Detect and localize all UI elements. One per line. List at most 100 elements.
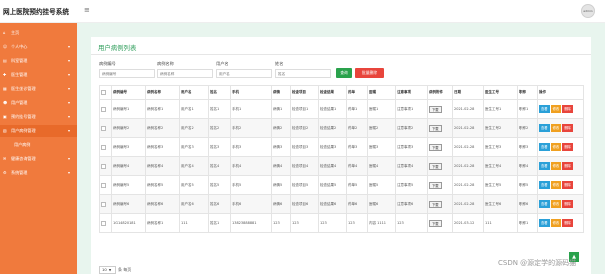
search-button[interactable]: 查询 <box>336 68 352 78</box>
sidebar-item-label: 用户病例管理 <box>11 128 36 133</box>
sidebar-item-10[interactable]: ⚙ 系统管理 ▾ <box>0 167 77 179</box>
view-button[interactable]: 查看 <box>539 105 550 113</box>
edit-button[interactable]: 修改 <box>550 219 562 227</box>
batch-delete-button[interactable]: 批量删除 <box>355 68 384 78</box>
avatar[interactable]: admin <box>581 4 595 18</box>
table-cell: 用户名1 <box>179 99 209 119</box>
sidebar-item-8[interactable]: 用户病例 <box>0 139 77 151</box>
row-checkbox[interactable] <box>101 163 106 169</box>
select-all-checkbox[interactable] <box>101 90 106 95</box>
sidebar-item-9[interactable]: ✉ 健康咨询管理 ▾ <box>0 153 77 165</box>
delete-button[interactable]: 删除 <box>562 181 573 189</box>
row-checkbox[interactable] <box>101 125 106 131</box>
sidebar-item-0[interactable]: ⌂ 主页 <box>0 27 77 39</box>
edit-button[interactable]: 修改 <box>550 143 562 151</box>
case-no-input[interactable] <box>99 69 155 78</box>
table-cell: 2021-02-28 <box>452 137 484 157</box>
select-all-cell <box>99 85 112 100</box>
sidebar-item-7[interactable]: ▧ 用户病例管理 ▾ <box>0 125 77 137</box>
sidebar-item-label: 个人中心 <box>11 44 28 49</box>
table-cell: 检查项目1 <box>290 99 319 119</box>
table-cell: 手机6 <box>230 194 272 214</box>
table-cell: 检查项目2 <box>290 118 319 138</box>
column-header: 医嘱 <box>367 85 396 100</box>
table-cell: 手机2 <box>230 118 272 138</box>
row-checkbox[interactable] <box>101 201 106 207</box>
table-cell: 1G14820181 <box>111 213 146 233</box>
edit-button[interactable]: 修改 <box>550 181 562 189</box>
delete-button[interactable]: 删除 <box>562 124 573 132</box>
case-name-input[interactable] <box>157 69 213 78</box>
name-input[interactable] <box>275 69 331 78</box>
table-cell: 检查项目3 <box>290 137 319 157</box>
sidebar-item-label: 用户病例 <box>14 142 31 147</box>
column-header: 病情 <box>271 85 291 100</box>
view-button[interactable]: 查看 <box>539 181 550 189</box>
sidebar: ⌂ 主页 ☺ 个人中心 ▾ ▤ 科室管理 ▾ ✚ 医生管理 ▾ ▦ 医生坐诊管理 ▾ ☻ 用户管理 ▾ ▣ 预约挂号… <box>0 23 77 274</box>
table-cell: 医生工号6 <box>483 194 518 214</box>
search-label-case-no: 病例编号 <box>99 61 116 66</box>
table-cell: 用户名6 <box>179 194 209 214</box>
edit-button[interactable]: 修改 <box>550 162 562 170</box>
chevron-down-icon: ▾ <box>68 72 71 77</box>
actions-cell: 查看 修改 删除 <box>537 137 584 157</box>
row-checkbox-cell <box>99 156 112 176</box>
row-checkbox[interactable] <box>101 144 106 150</box>
table-cell: 职称5 <box>517 175 538 195</box>
attachment-cell: 下载 <box>427 156 453 176</box>
download-button[interactable]: 下载 <box>429 181 442 189</box>
download-button[interactable]: 下载 <box>429 143 442 151</box>
table-cell: 医嘱6 <box>367 194 396 214</box>
sidebar-item-3[interactable]: ✚ 医生管理 ▾ <box>0 69 77 81</box>
delete-button[interactable]: 删除 <box>562 105 573 113</box>
table-cell: 用户名3 <box>179 137 209 157</box>
page-size-select[interactable]: 10 ▼ <box>99 266 116 274</box>
view-button[interactable]: 查看 <box>539 124 550 132</box>
row-checkbox[interactable] <box>101 182 106 188</box>
row-checkbox[interactable] <box>101 220 106 226</box>
view-button[interactable]: 查看 <box>539 200 550 208</box>
row-checkbox[interactable] <box>101 106 106 112</box>
actions-cell: 查看 修改 删除 <box>537 99 584 119</box>
delete-button[interactable]: 删除 <box>562 219 573 227</box>
table-cell: 病例编号2 <box>111 118 146 138</box>
hamburger-icon[interactable]: ≡ <box>84 6 90 14</box>
attachment-cell: 下载 <box>427 118 453 138</box>
table-row: 病例编号6 病例名称6 用户名6 姓名6 手机6 病情6 检查项目6 检查结果6 药单6 医嘱6 注… <box>99 194 584 214</box>
table-cell: 病例名称6 <box>145 194 180 214</box>
delete-button[interactable]: 删除 <box>562 200 573 208</box>
table-cell: 手机3 <box>230 137 272 157</box>
table-cell: 职称3 <box>517 137 538 157</box>
edit-button[interactable]: 修改 <box>550 105 562 113</box>
sidebar-item-4[interactable]: ▦ 医生坐诊管理 ▾ <box>0 83 77 95</box>
table-cell: 职称4 <box>517 156 538 176</box>
download-button[interactable]: 下载 <box>429 219 442 227</box>
view-button[interactable]: 查看 <box>539 162 550 170</box>
sidebar-item-6[interactable]: ▣ 预约挂号管理 ▾ <box>0 111 77 123</box>
table-cell: 123 <box>346 213 368 233</box>
edit-button[interactable]: 修改 <box>550 124 562 132</box>
download-button[interactable]: 下载 <box>429 124 442 132</box>
edit-button[interactable]: 修改 <box>550 200 562 208</box>
username-input[interactable] <box>216 69 272 78</box>
download-button[interactable]: 下载 <box>429 105 442 113</box>
download-button[interactable]: 下载 <box>429 200 442 208</box>
delete-button[interactable]: 删除 <box>562 143 573 151</box>
table-cell: 病例名称3 <box>145 137 180 157</box>
actions-cell: 查看 修改 删除 <box>537 118 584 138</box>
sidebar-item-5[interactable]: ☻ 用户管理 ▾ <box>0 97 77 109</box>
view-button[interactable]: 查看 <box>539 143 550 151</box>
sidebar-item-2[interactable]: ▤ 科室管理 ▾ <box>0 55 77 67</box>
table-cell: 医嘱3 <box>367 137 396 157</box>
sidebar-item-1[interactable]: ☺ 个人中心 ▾ <box>0 41 77 53</box>
search-label-name: 姓名 <box>275 61 284 66</box>
column-header: 注意事项 <box>395 85 428 100</box>
table-cell: 内容 1111 <box>367 213 396 233</box>
table-cell: 药单2 <box>346 118 368 138</box>
table-row: 病例编号1 病例名称1 用户名1 姓名1 手机1 病情1 检查项目1 检查结果1 药单1 医嘱1 注… <box>99 99 584 119</box>
view-button[interactable]: 查看 <box>539 219 550 227</box>
table-cell: 职称6 <box>517 194 538 214</box>
table-cell: 病情5 <box>271 175 291 195</box>
download-button[interactable]: 下载 <box>429 162 442 170</box>
delete-button[interactable]: 删除 <box>562 162 573 170</box>
